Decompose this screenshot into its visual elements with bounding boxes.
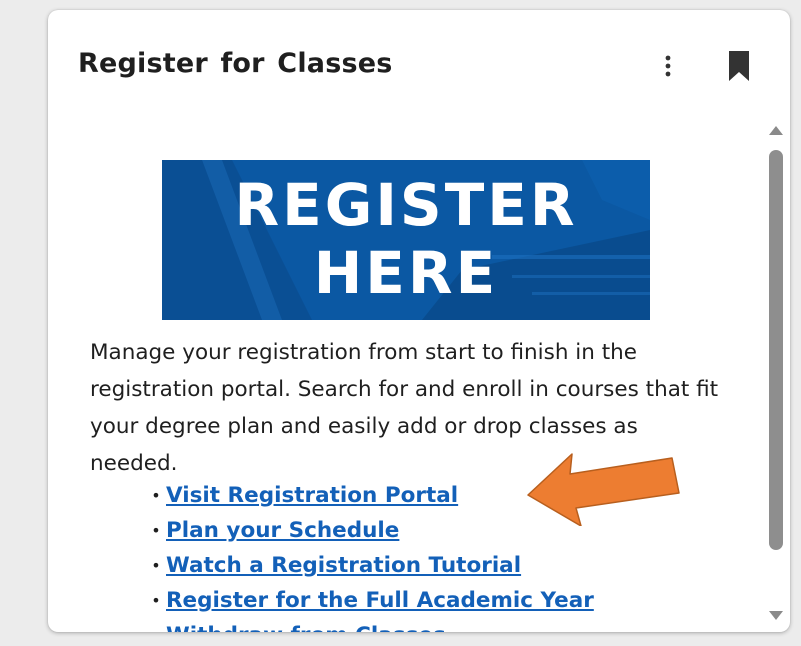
list-item: • Register for the Full Academic Year [146, 583, 594, 618]
card-header: Register for Classes [48, 10, 790, 110]
banner-title-line2: HERE [313, 239, 499, 307]
bullet: • [151, 556, 161, 575]
more-vertical-icon[interactable] [656, 50, 680, 82]
card-title: Register for Classes [78, 48, 393, 79]
list-item: • Watch a Registration Tutorial [146, 548, 594, 583]
visit-registration-portal-link[interactable]: Visit Registration Portal [166, 483, 458, 508]
bookmark-icon[interactable] [724, 48, 754, 84]
register-full-academic-year-link[interactable]: Register for the Full Academic Year [166, 588, 594, 613]
plan-your-schedule-link[interactable]: Plan your Schedule [166, 518, 399, 543]
scroll-up-arrow-icon[interactable] [769, 126, 783, 135]
register-here-banner[interactable]: REGISTER HERE [162, 160, 650, 320]
banner-title-line1: REGISTER [234, 171, 578, 239]
bullet: • [151, 486, 161, 505]
list-item: •Withdraw from Classes [146, 618, 594, 632]
card-content: REGISTER HERE Manage your registration f… [48, 110, 760, 632]
withdraw-from-classes-link[interactable]: Withdraw from Classes [166, 623, 446, 632]
scroll-thumb[interactable] [769, 150, 783, 550]
scroll-down-arrow-icon[interactable] [769, 611, 783, 620]
page: Register for Classes REGISTER HERE Manag… [0, 0, 801, 646]
bullet: • [151, 591, 161, 610]
register-classes-card: Register for Classes REGISTER HERE Manag… [48, 10, 790, 632]
watch-registration-tutorial-link[interactable]: Watch a Registration Tutorial [166, 553, 521, 578]
arrow-pointer-icon [526, 446, 686, 527]
bullet: • [151, 521, 161, 540]
bullet: • [146, 618, 166, 632]
vertical-scrollbar[interactable] [764, 122, 788, 632]
